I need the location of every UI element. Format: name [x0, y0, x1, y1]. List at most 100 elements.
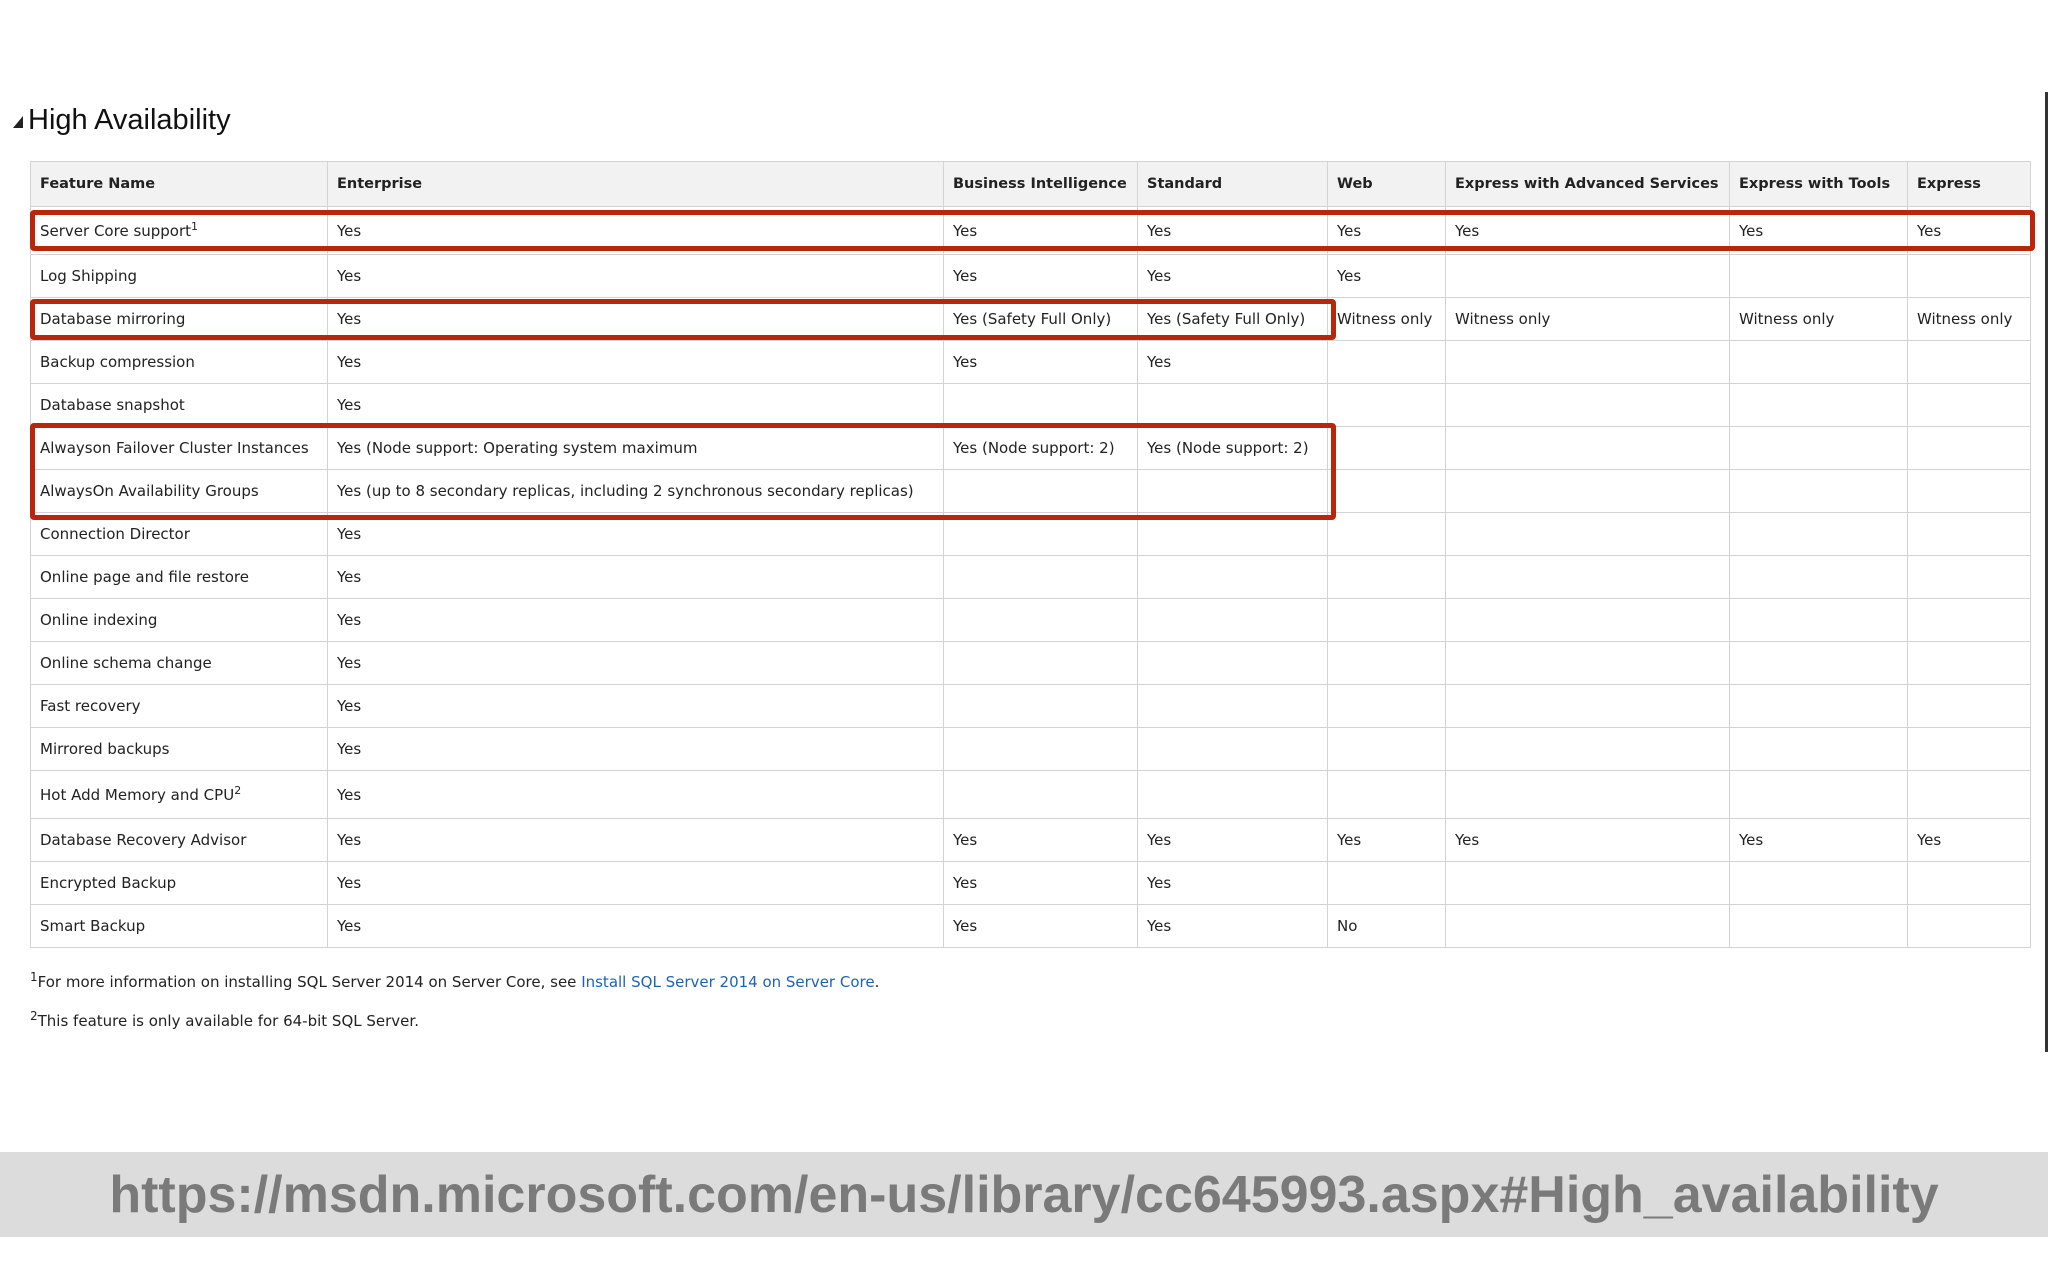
edition-cell: Yes (Node support: Operating system maxi… [327, 426, 944, 470]
edition-cell: Yes [327, 206, 944, 255]
feature-name-cell: Online indexing [30, 598, 328, 642]
feature-name-cell: Hot Add Memory and CPU2 [30, 770, 328, 819]
table-row: Server Core support1 Yes Yes Yes Yes Yes Yes Ye… [30, 206, 2031, 255]
edition-cell [1729, 904, 1908, 948]
edition-cell [1907, 684, 2031, 728]
edition-cell: Yes [1907, 818, 2031, 862]
edition-cell: Witness only [1445, 297, 1730, 341]
table-row: Database snapshot Yes [30, 383, 2031, 427]
edition-cell [943, 469, 1138, 513]
feature-name: Database Recovery Advisor [40, 831, 247, 849]
edition-cell: Yes [327, 727, 944, 771]
edition-cell [1445, 770, 1730, 819]
feature-name: Alwayson Failover Cluster Instances [40, 439, 309, 457]
edition-cell [1729, 469, 1908, 513]
edition-cell [943, 727, 1138, 771]
feature-name-cell: Mirrored backups [30, 727, 328, 771]
edition-cell [943, 512, 1138, 556]
edition-cell: Yes [1729, 206, 1908, 255]
edition-cell [1907, 555, 2031, 599]
feature-name-cell: Log Shipping [30, 254, 328, 298]
edition-cell: Yes [1137, 861, 1328, 905]
feature-name-cell: Encrypted Backup [30, 861, 328, 905]
column-header: Express with Advanced Services [1445, 161, 1730, 207]
edition-cell: Yes [327, 254, 944, 298]
table-row: Online page and file restore Yes [30, 555, 2031, 599]
table-row: Database mirroring Yes Yes (Safety Full On… [30, 297, 2031, 341]
edition-cell [1445, 469, 1730, 513]
feature-name: Database mirroring [40, 310, 186, 328]
edition-cell [1327, 861, 1446, 905]
edition-cell [1445, 861, 1730, 905]
edition-cell: Yes [327, 598, 944, 642]
column-header: Standard [1137, 161, 1328, 207]
edition-cell: Yes (up to 8 secondary replicas, includi… [327, 469, 944, 513]
section-title: High Availability [28, 103, 231, 136]
edition-cell: Yes [943, 254, 1138, 298]
edition-cell [1445, 641, 1730, 685]
edition-cell [1137, 469, 1328, 513]
feature-name-cell: Online schema change [30, 641, 328, 685]
table-row: Hot Add Memory and CPU2 Yes [30, 770, 2031, 819]
edition-cell [1137, 598, 1328, 642]
edition-cell [1445, 684, 1730, 728]
footnote-2: 2This feature is only available for 64-b… [30, 1009, 879, 1030]
feature-name-cell: Smart Backup [30, 904, 328, 948]
footnote-1: 1For more information on installing SQL … [30, 970, 879, 991]
edition-cell: Yes [1137, 340, 1328, 384]
edition-cell [1907, 254, 2031, 298]
edition-cell [1137, 770, 1328, 819]
column-header: Feature Name [30, 161, 328, 207]
edition-cell [1907, 383, 2031, 427]
edition-cell [1907, 426, 2031, 470]
feature-name-cell: Fast recovery [30, 684, 328, 728]
feature-name: Server Core support [40, 221, 192, 240]
install-server-core-link[interactable]: Install SQL Server 2014 on Server Core [581, 973, 874, 991]
footnote-marker: 2 [234, 783, 242, 797]
edition-cell: Yes (Safety Full Only) [1137, 297, 1328, 341]
feature-name-cell: Server Core support1 [30, 206, 328, 255]
edition-cell: Witness only [1729, 297, 1908, 341]
table-row: Online schema change Yes [30, 641, 2031, 685]
edition-cell: Yes (Node support: 2) [943, 426, 1138, 470]
edition-cell [1327, 426, 1446, 470]
footnote-period: . [874, 973, 880, 991]
edition-cell: Yes [943, 818, 1138, 862]
edition-cell [1445, 727, 1730, 771]
edition-cell [1327, 684, 1446, 728]
table-row: Fast recovery Yes [30, 684, 2031, 728]
edition-cell [1729, 684, 1908, 728]
section-header[interactable]: High Availability [13, 100, 231, 140]
collapse-triangle-icon[interactable] [13, 116, 23, 128]
table-header-row: Feature Name Enterprise Business Intelli… [30, 161, 2031, 207]
edition-cell [1327, 512, 1446, 556]
edition-cell [1327, 770, 1446, 819]
edition-cell [1137, 512, 1328, 556]
column-header: Business Intelligence [943, 161, 1138, 207]
edition-cell [1445, 426, 1730, 470]
edition-cell [1729, 727, 1908, 771]
table-row: Log Shipping Yes Yes Yes Yes [30, 254, 2031, 298]
feature-name: Smart Backup [40, 917, 146, 935]
column-header: Express with Tools [1729, 161, 1908, 207]
footnote-text: For more information on installing SQL S… [37, 973, 582, 991]
edition-cell: Yes (Node support: 2) [1137, 426, 1328, 470]
table-row: Database Recovery Advisor Yes Yes Yes Yes Yes… [30, 818, 2031, 862]
edition-cell [1729, 641, 1908, 685]
edition-cell [1729, 383, 1908, 427]
edition-cell [1327, 641, 1446, 685]
edition-cell: Yes [327, 641, 944, 685]
edition-cell [1327, 469, 1446, 513]
edition-cell: Yes [327, 297, 944, 341]
table-row: Smart Backup Yes Yes Yes No [30, 904, 2031, 948]
edition-cell: Yes [1137, 904, 1328, 948]
edition-cell [943, 555, 1138, 599]
column-header: Express [1907, 161, 2031, 207]
edition-cell [1327, 555, 1446, 599]
edition-cell: Yes [1327, 818, 1446, 862]
edition-cell [1137, 641, 1328, 685]
feature-name-cell: Database mirroring [30, 297, 328, 341]
footnote-marker: 2 [30, 1009, 38, 1023]
edition-cell [1907, 469, 2031, 513]
edition-cell [1907, 598, 2031, 642]
